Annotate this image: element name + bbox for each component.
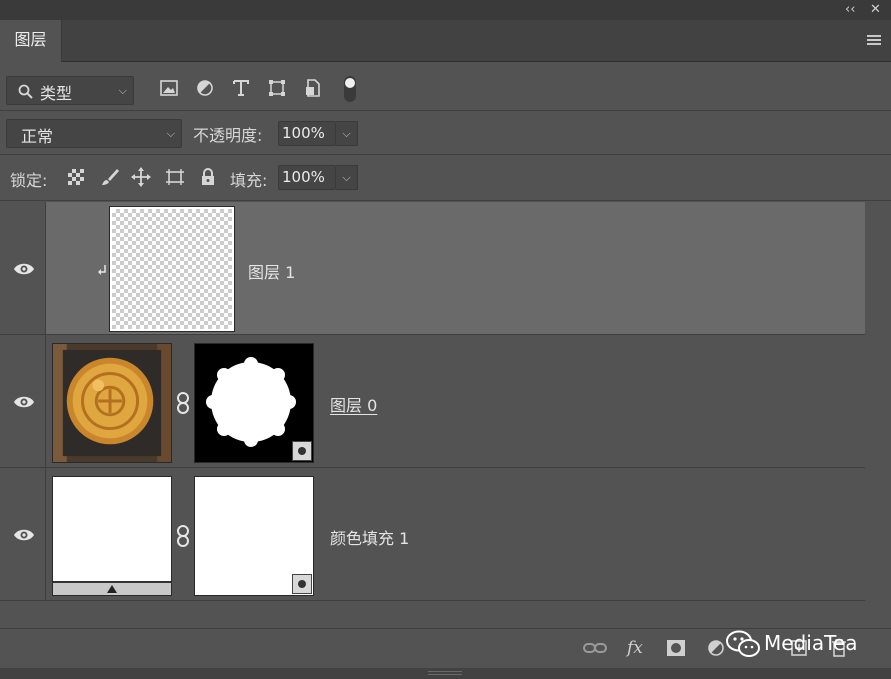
shape-filter-icon[interactable] bbox=[266, 77, 288, 99]
layer-row-layer-0[interactable]: 图层 0 bbox=[0, 335, 865, 468]
mooncake-photo-thumbnail[interactable] bbox=[52, 343, 172, 463]
filter-kind-label: 类型 bbox=[40, 84, 73, 103]
opacity-slider-toggle[interactable]: ⌵ bbox=[336, 121, 358, 146]
visibility-column bbox=[0, 202, 46, 334]
blend-mode-dropdown[interactable]: 正常 ⌵ bbox=[6, 119, 182, 148]
tab-layers[interactable]: 图层 bbox=[0, 20, 62, 62]
eye-icon[interactable] bbox=[13, 262, 35, 276]
opacity-input[interactable]: 100% bbox=[278, 121, 336, 146]
clipping-mask-arrow-icon bbox=[98, 265, 106, 275]
link-chain-icon[interactable] bbox=[176, 392, 190, 414]
fx-layer-style-icon[interactable]: fx bbox=[627, 637, 643, 659]
smart-object-filter-icon[interactable] bbox=[302, 77, 324, 99]
layer-name[interactable]: 图层 0 bbox=[330, 392, 377, 416]
layer-row-layer-1[interactable]: 图层 1 bbox=[0, 202, 865, 335]
blend-row: 正常 ⌵ 不透明度: 100% ⌵ bbox=[0, 111, 891, 155]
lock-image-pixels-icon[interactable] bbox=[99, 166, 121, 188]
link-layers-icon[interactable] bbox=[583, 639, 607, 657]
eye-icon[interactable] bbox=[13, 528, 35, 542]
panel-resize-grip[interactable] bbox=[0, 668, 891, 679]
layers-list: 图层 1 图层 0 颜色填充 1 bbox=[0, 202, 891, 628]
type-filter-icon[interactable] bbox=[230, 77, 252, 99]
adjustment-filter-icon[interactable] bbox=[194, 77, 216, 99]
filter-toggle-icon[interactable] bbox=[342, 75, 358, 103]
image-filter-icon[interactable] bbox=[158, 77, 180, 99]
add-mask-icon[interactable] bbox=[666, 639, 686, 657]
opacity-label: 不透明度: bbox=[193, 126, 263, 145]
blend-mode-value: 正常 bbox=[21, 127, 54, 146]
lock-transparent-pixels-icon[interactable] bbox=[65, 166, 87, 188]
fill-slider-toggle[interactable]: ⌵ bbox=[336, 165, 358, 190]
fill-input[interactable]: 100% bbox=[278, 165, 336, 190]
mask-badge-icon bbox=[292, 574, 312, 594]
layer-mask-thumbnail[interactable] bbox=[194, 343, 314, 463]
lock-row: 锁定: 填充: 100% ⌵ bbox=[0, 155, 891, 201]
fill-label: 填充: bbox=[230, 171, 268, 190]
panel-menu-icon[interactable] bbox=[867, 35, 881, 46]
filter-row: 类型 ⌵ bbox=[0, 63, 891, 111]
layer-mask-thumbnail[interactable] bbox=[194, 476, 314, 596]
layer-name[interactable]: 颜色填充 1 bbox=[330, 525, 409, 549]
layer-name[interactable]: 图层 1 bbox=[248, 259, 295, 283]
panel-tabbar: 图层 bbox=[0, 20, 891, 62]
eye-icon[interactable] bbox=[13, 395, 35, 409]
wechat-logo-icon bbox=[726, 630, 760, 657]
chevron-down-icon: ⌵ bbox=[118, 83, 127, 97]
layer-thumbnail-transparent[interactable] bbox=[109, 206, 235, 332]
visibility-column bbox=[0, 468, 46, 600]
search-icon bbox=[18, 84, 33, 99]
lock-artboard-icon[interactable] bbox=[164, 166, 186, 188]
chevron-down-icon: ⌵ bbox=[166, 126, 175, 140]
close-panel-icon[interactable]: ✕ bbox=[870, 1, 881, 19]
visibility-column bbox=[0, 335, 46, 467]
new-adjustment-layer-icon[interactable] bbox=[707, 639, 725, 657]
lock-label: 锁定: bbox=[10, 171, 48, 190]
layer-row-color-fill-1[interactable]: 颜色填充 1 bbox=[0, 468, 865, 601]
fill-indicator-triangle-icon bbox=[107, 585, 117, 593]
fill-layer-thumbnail[interactable] bbox=[52, 476, 172, 596]
link-chain-icon[interactable] bbox=[176, 525, 190, 547]
lock-all-icon[interactable] bbox=[197, 166, 219, 188]
mask-badge-icon bbox=[292, 441, 312, 461]
collapse-panel-icon[interactable]: ‹‹ bbox=[845, 1, 855, 19]
watermark-text: MediaTea bbox=[764, 631, 858, 655]
panel-titlebar: ‹‹ ✕ bbox=[0, 0, 891, 20]
filter-kind-dropdown[interactable]: 类型 ⌵ bbox=[6, 76, 134, 105]
layers-scrollbar-track[interactable] bbox=[865, 202, 891, 628]
lock-position-icon[interactable] bbox=[130, 166, 152, 188]
